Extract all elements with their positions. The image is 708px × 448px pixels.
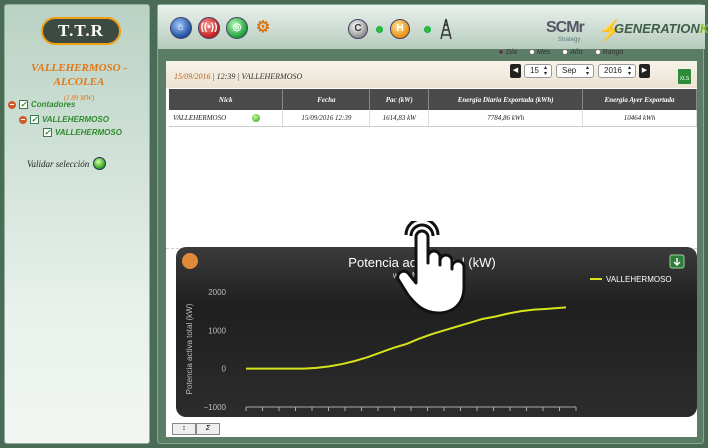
cell-nick: VALLEHERMOSO xyxy=(169,110,284,127)
info-date: 15/09/2016 xyxy=(174,72,211,81)
network-icon xyxy=(182,253,198,269)
radio[interactable] xyxy=(562,49,569,55)
day-select[interactable]: 15 xyxy=(524,64,552,78)
validate-button[interactable] xyxy=(93,157,107,170)
touch-hand-icon xyxy=(396,221,466,315)
tree-child[interactable]: ✓ VALLEHERMOSO xyxy=(43,128,122,137)
info-time: 12:39 xyxy=(216,72,236,81)
tree-root-label: Contadores xyxy=(31,100,76,109)
data-table: Nick Fecha Pac (kW) Energia Diaria Expor… xyxy=(169,89,697,127)
period-ano[interactable]: Año xyxy=(562,49,583,56)
topbar: ⌂ ((•)) ◎ ⚙ C H SCMr Strategy ⚡ GENERATI… xyxy=(158,5,708,49)
col-header: Pac (kW) xyxy=(369,89,430,110)
y-tick-label: −1000 xyxy=(204,403,227,412)
content-area: 15/09/2016 | 12:39 | VALLEHERMOSO ◀ 15 S… xyxy=(166,61,697,437)
separator: | xyxy=(212,72,215,81)
main-panel: ⌂ ((•)) ◎ ⚙ C H SCMr Strategy ⚡ GENERATI… xyxy=(157,4,708,444)
period-dia[interactable]: Día xyxy=(498,49,517,56)
tree-root[interactable]: ✓ Contadores xyxy=(8,100,75,109)
info-bar: 15/09/2016 | 12:39 | VALLEHERMOSO ◀ 15 S… xyxy=(166,61,697,88)
cell-pac: 1614,83 kW xyxy=(369,110,430,127)
ttr-logo: T.T.R xyxy=(41,17,121,45)
radio[interactable] xyxy=(498,49,504,55)
period-label: Día xyxy=(506,49,517,56)
validate-selection[interactable]: Validar selección xyxy=(27,157,107,170)
brand-scm: SCMr xyxy=(546,19,585,37)
col-header: Nick xyxy=(169,89,284,110)
legend-label: VALLEHERMOSO xyxy=(606,275,672,284)
col-header: Fecha xyxy=(282,89,371,110)
tab-sort[interactable]: ↕ xyxy=(172,423,196,435)
info-text: 15/09/2016 | 12:39 | VALLEHERMOSO xyxy=(174,72,302,81)
separator: | xyxy=(237,72,240,81)
year-select[interactable]: 2016 xyxy=(598,64,636,78)
info-plant: VALLEHERMOSO xyxy=(241,72,303,81)
prev-date-button[interactable]: ◀ xyxy=(510,64,521,78)
network-icon[interactable]: ⚙ xyxy=(254,19,272,37)
month-select[interactable]: Sep xyxy=(556,64,594,78)
checkbox[interactable]: ✓ xyxy=(43,128,52,137)
checkbox[interactable]: ✓ xyxy=(30,115,39,124)
status-dot xyxy=(376,26,383,33)
excel-export-icon[interactable]: XLS xyxy=(678,69,691,84)
period-mes[interactable]: Mes xyxy=(528,49,551,56)
tower-icon[interactable] xyxy=(438,18,454,40)
left-panel: T.T.R VALLEHERMOSO - ALCOLEA (1.89 MW) ✓… xyxy=(4,4,150,444)
col-header: Energia Diaria Exportada (kWh) xyxy=(428,89,584,110)
alarm-icon[interactable]: ((•)) xyxy=(198,17,220,39)
y-axis-label: Potencia activa total (kW) xyxy=(185,303,194,394)
c-icon[interactable]: C xyxy=(348,19,368,39)
cell-ayer: 10464 kWh xyxy=(582,110,697,127)
brand-scm-sub: Strategy xyxy=(558,37,581,43)
col-header: Energia Ayer Exportada xyxy=(582,89,697,110)
cell-diaria: 7784,86 kWh xyxy=(428,110,584,127)
tree-group[interactable]: ✓ VALLEHERMOSO xyxy=(19,115,109,124)
period-label: Rango xyxy=(602,49,624,56)
collapse-icon[interactable] xyxy=(19,115,27,124)
brand-generation-text: GENERATION xyxy=(614,21,700,36)
period-label: Año xyxy=(570,49,583,56)
checkbox[interactable]: ✓ xyxy=(19,100,28,109)
next-date-button[interactable]: ▶ xyxy=(639,64,650,78)
bottom-tabs: ↕ Σ xyxy=(172,423,220,435)
tab-sum[interactable]: Σ xyxy=(196,423,220,435)
period-rango[interactable]: Rango xyxy=(594,49,624,56)
brand-generation: GENERATIONKWh xyxy=(614,21,708,36)
period-selector: Día Mes Año Rango xyxy=(498,49,623,56)
status-leaf-icon xyxy=(252,113,261,122)
validate-label: Validar selección xyxy=(27,158,90,169)
radio[interactable] xyxy=(528,49,535,55)
tree-child-label: VALLEHERMOSO xyxy=(55,128,122,137)
brand-scm-text: SCMr xyxy=(546,19,585,36)
period-label: Mes xyxy=(536,49,551,56)
brand-kwh-text: KWh xyxy=(700,21,708,36)
ok-icon[interactable]: ◎ xyxy=(226,17,248,39)
home-icon[interactable]: ⌂ xyxy=(170,17,192,39)
plant-name: VALLEHERMOSO - ALCOLEA xyxy=(30,62,128,88)
cell-fecha: 15/09/2016 12:39 xyxy=(282,110,371,127)
status-dot xyxy=(424,26,431,33)
nick-text: VALLEHERMOSO xyxy=(173,113,227,122)
table-row[interactable]: VALLEHERMOSO 15/09/2016 12:39 1614,83 kW… xyxy=(169,110,697,127)
y-tick-label: 2000 xyxy=(208,288,226,297)
y-tick-label: 0 xyxy=(222,365,227,374)
y-tick-label: 1000 xyxy=(208,326,226,335)
collapse-icon[interactable] xyxy=(8,100,16,109)
radio[interactable] xyxy=(594,49,601,55)
tree-group-label: VALLEHERMOSO xyxy=(42,115,109,124)
h-icon[interactable]: H xyxy=(390,19,410,39)
